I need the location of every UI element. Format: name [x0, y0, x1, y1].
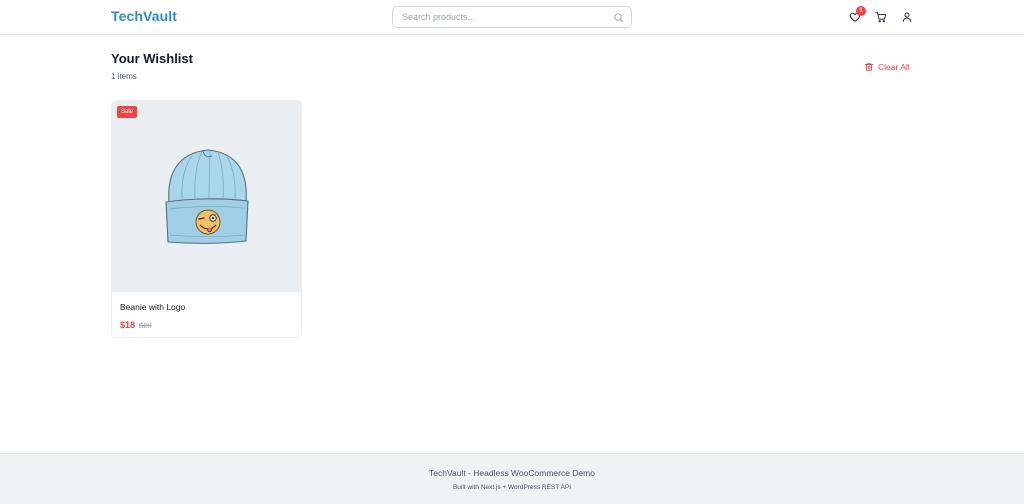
page: TechVault 1 Your Wishlist 1 items: [0, 0, 1024, 504]
wishlist-item-count: 1 items: [111, 72, 137, 81]
site-logo[interactable]: TechVault: [111, 8, 177, 24]
clear-all-label: Clear All: [878, 62, 910, 72]
regular-price: $20: [139, 321, 152, 330]
user-icon[interactable]: [901, 11, 913, 23]
wishlist-count-badge: 1: [856, 6, 866, 16]
trash-icon: [864, 63, 874, 71]
product-name[interactable]: Beanie with Logo: [120, 302, 185, 312]
search-icon[interactable]: [613, 12, 624, 23]
search-input[interactable]: [393, 7, 631, 27]
cart-icon[interactable]: [875, 11, 887, 23]
beanie-image: [165, 149, 249, 244]
sale-price: $18: [120, 320, 136, 330]
clear-all-button[interactable]: Clear All: [864, 61, 910, 73]
sale-badge: Sale: [117, 106, 138, 118]
wishlist-product-card[interactable]: Sale Beanie with Logo $18 $20: [111, 100, 302, 338]
site-footer: TechVault - Headless WooCommerce Demo Bu…: [0, 453, 1024, 504]
footer-subtitle: Built with Next.js + WordPress REST API: [452, 484, 572, 491]
product-image[interactable]: Sale: [112, 101, 301, 292]
search-bar: [392, 6, 632, 28]
product-price: $18 $20: [120, 320, 152, 330]
site-header: TechVault 1: [0, 0, 1024, 35]
footer-title: TechVault - Headless WooCommerce Demo: [429, 468, 595, 478]
page-title: Your Wishlist: [111, 51, 193, 66]
